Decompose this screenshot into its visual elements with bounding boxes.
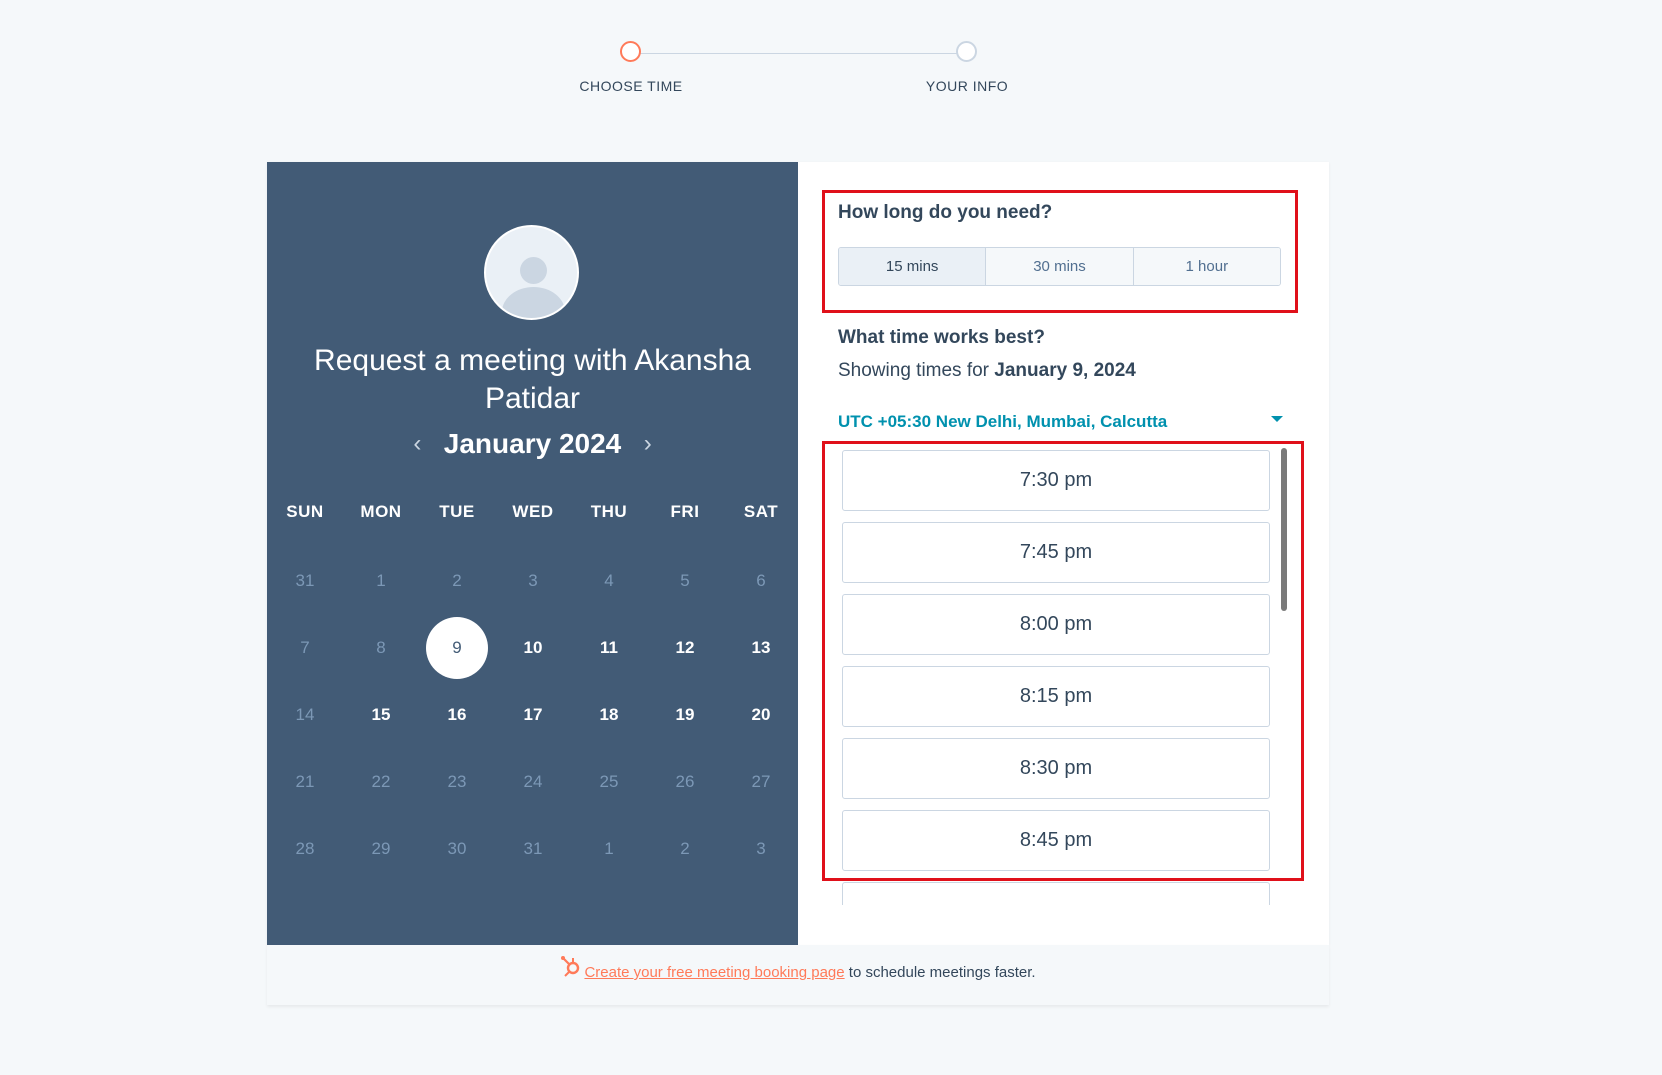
duration-title: How long do you need? — [838, 202, 1053, 223]
promo-footer: Create your free meeting booking page to… — [267, 945, 1329, 1005]
calendar-day: 3 — [528, 571, 538, 590]
caret-down-icon — [1271, 416, 1283, 422]
calendar-day: 1 — [604, 839, 614, 858]
time-slot-button[interactable]: 7:45 pm — [842, 522, 1270, 583]
weekday-header: THU — [590, 502, 628, 521]
step-label-choose-time: CHOOSE TIME — [579, 78, 683, 94]
calendar-day: 31 — [523, 839, 543, 858]
timezone-label: UTC +05:30 New Delhi, Mumbai, Calcutta — [838, 412, 1168, 431]
time-slot-button[interactable]: 8:15 pm — [842, 666, 1270, 727]
duration-option-15-mins[interactable]: 15 mins — [839, 248, 987, 285]
showing-times-label: Showing times for January 9, 2024 — [838, 360, 1136, 382]
calendar-day: 26 — [675, 772, 695, 791]
month-label: January 2024 — [443, 428, 622, 459]
weekday-header: SAT — [743, 502, 779, 521]
calendar-day: 25 — [599, 772, 619, 791]
slot-list-scrollbar[interactable] — [1281, 448, 1287, 611]
chevron-left-icon[interactable]: ‹ — [413, 424, 421, 464]
time-slot-button[interactable]: 8:30 pm — [842, 738, 1270, 799]
calendar-day: 5 — [680, 571, 690, 590]
calendar-day[interactable]: 16 — [426, 684, 488, 746]
calendar-day: 2 — [680, 839, 690, 858]
calendar-day: 2 — [452, 571, 462, 590]
calendar-day: 3 — [756, 839, 766, 858]
calendar-day[interactable]: 13 — [730, 617, 792, 679]
calendar-day: 1 — [376, 571, 386, 590]
calendar-day: 6 — [756, 571, 766, 590]
weekday-header: SUN — [286, 502, 324, 521]
time-slot-button[interactable] — [842, 882, 1270, 905]
calendar-day: 30 — [447, 839, 467, 858]
weekday-header: TUE — [439, 502, 475, 521]
time-selection-panel: How long do you need? 15 mins 30 mins 1 … — [798, 162, 1329, 945]
weekday-header: WED — [512, 502, 554, 521]
calendar-day[interactable]: 12 — [654, 617, 716, 679]
footer-suffix-text: to schedule meetings faster. — [848, 964, 1036, 981]
time-slot-button[interactable]: 8:00 pm — [842, 594, 1270, 655]
stepper-line — [633, 53, 966, 54]
calendar-day: 7 — [300, 638, 310, 657]
calendar-day: 27 — [751, 772, 771, 791]
avatar-body-shape — [502, 287, 565, 318]
calendar-day: 31 — [295, 571, 315, 590]
time-slot-button[interactable]: 7:30 pm — [842, 450, 1270, 511]
calendar-panel: Request a meeting with Akansha Patidar ‹… — [267, 162, 798, 945]
calendar-day: 4 — [604, 571, 614, 590]
chevron-right-icon[interactable]: › — [644, 424, 652, 464]
time-title: What time works best? — [838, 327, 1045, 348]
meeting-title: Request a meeting with Akansha Patidar — [314, 344, 751, 415]
step-indicator-choose-time — [620, 41, 641, 62]
avatar — [484, 225, 579, 320]
calendar-day[interactable]: 20 — [730, 684, 792, 746]
calendar-day: 28 — [295, 839, 315, 858]
duration-option-1-hour[interactable]: 1 hour — [1133, 248, 1280, 285]
duration-option-30-mins[interactable]: 30 mins — [986, 248, 1134, 285]
weekday-header: MON — [360, 502, 402, 521]
calendar-day[interactable]: 10 — [502, 617, 564, 679]
avatar-head-shape — [520, 257, 547, 284]
time-slot-button[interactable]: 8:45 pm — [842, 810, 1270, 871]
weekday-header: FRI — [670, 502, 700, 521]
calendar-day: 22 — [371, 772, 391, 791]
showing-date: January 9, 2024 — [994, 360, 1136, 381]
calendar-day[interactable]: 17 — [502, 684, 564, 746]
calendar-day[interactable]: 19 — [654, 684, 716, 746]
calendar-day[interactable]: 11 — [578, 617, 640, 679]
month-navigation: ‹ January 2024 › — [267, 424, 798, 464]
calendar-day[interactable]: 18 — [578, 684, 640, 746]
showing-prefix: Showing times for — [838, 360, 990, 381]
timezone-select[interactable]: UTC +05:30 New Delhi, Mumbai, Calcutta — [838, 412, 1283, 438]
time-slot-list[interactable]: 7:30 pm 7:45 pm 8:00 pm 8:15 pm 8:30 pm … — [842, 450, 1272, 905]
create-booking-page-link[interactable]: Create your free meeting booking page — [584, 964, 844, 981]
booking-card: Request a meeting with Akansha Patidar ‹… — [267, 162, 1329, 945]
step-label-your-info: YOUR INFO — [925, 78, 1009, 94]
hubspot-sprocket-icon — [560, 945, 582, 1001]
duration-toggle-group: 15 mins 30 mins 1 hour — [838, 247, 1281, 286]
calendar-day[interactable]: 15 — [350, 684, 412, 746]
calendar-day-selected[interactable]: 9 — [426, 617, 488, 679]
calendar-day: 14 — [295, 705, 315, 724]
progress-stepper: CHOOSE TIME YOUR INFO — [0, 0, 1662, 110]
calendar-day: 21 — [295, 772, 315, 791]
calendar-day: 23 — [447, 772, 467, 791]
calendar-day: 29 — [371, 839, 391, 858]
step-indicator-your-info — [956, 41, 977, 62]
calendar-day: 24 — [523, 772, 543, 791]
calendar-day: 8 — [376, 638, 386, 657]
